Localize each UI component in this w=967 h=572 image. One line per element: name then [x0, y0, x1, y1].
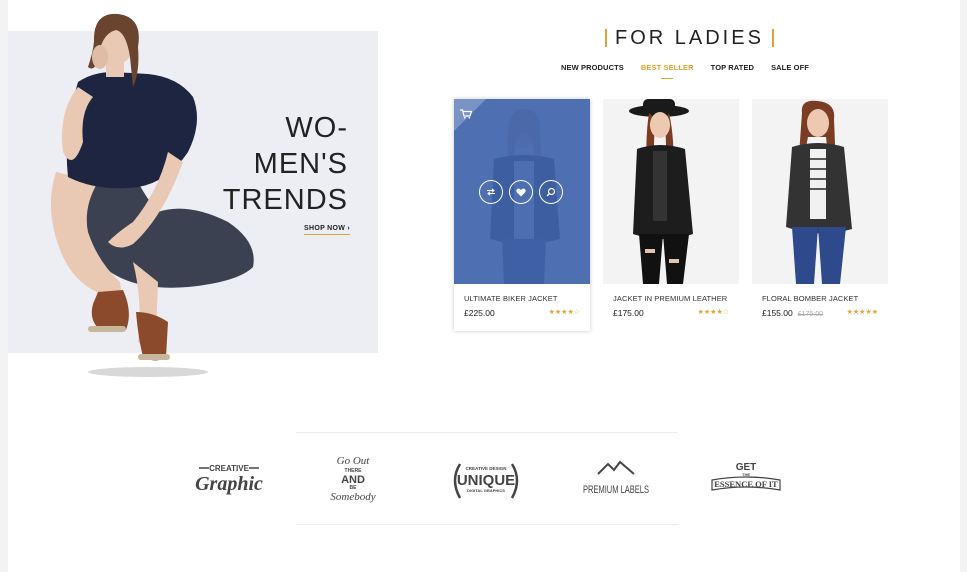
heart-icon [516, 188, 526, 196]
product-rating: ★★★★☆ [698, 308, 729, 316]
banner-title-line1: WO- [285, 112, 348, 144]
compare-icon [487, 188, 495, 196]
cart-icon[interactable] [460, 106, 473, 119]
brand-essence-main: ESSENCE OF IT [714, 479, 778, 489]
page: WO- MEN'S TRENDS SHOP NOW › FOR LADIES N… [8, 0, 960, 572]
brand-goout-line5: Somebody [330, 491, 375, 503]
brand-unique-main: UNIQUE [457, 472, 515, 489]
star-full: ★ [716, 309, 723, 316]
product-card[interactable]: JACKET IN PREMIUM LEATHER £175.00 ★★★★☆ [603, 99, 739, 331]
brand-creative-top: CREATIVE [209, 464, 250, 473]
product-current-price: £175.00 [613, 308, 644, 318]
banner-title-line3: TRENDS [222, 184, 348, 216]
tab-sale-off[interactable]: SALE OFF [771, 63, 809, 75]
tab-new-products[interactable]: NEW PRODUCTS [561, 63, 624, 75]
brand-creative-main: Graphic [195, 473, 263, 495]
product-old-price: £175.00 [797, 311, 824, 318]
brand-premium-main: PREMIUM LABELS [583, 484, 649, 496]
product-card[interactable]: FLORAL BOMBER JACKET £155.00 £175.00 ★★★★… [752, 99, 888, 331]
product-image[interactable] [454, 99, 590, 284]
product-image[interactable] [752, 99, 888, 284]
product-price: £155.00 £175.00 [762, 308, 823, 318]
product-tabs: NEW PRODUCTS BEST SELLER TOP RATED SALE … [561, 63, 826, 75]
brand-logo-go-out[interactable]: Go Out THERE AND BE Somebody [318, 455, 388, 505]
title-right-bar [771, 29, 774, 47]
product-current-price: £225.00 [464, 308, 495, 318]
product-card[interactable]: ULTIMATE BIKER JACKET £225.00 ★★★★☆ [454, 99, 590, 331]
section-heading: FOR LADIES [605, 26, 774, 50]
section-title: FOR LADIES [615, 27, 764, 49]
product-name[interactable]: JACKET IN PREMIUM LEATHER [613, 294, 727, 303]
product-name[interactable]: FLORAL BOMBER JACKET [762, 294, 858, 303]
product-actions [479, 180, 563, 204]
brand-logo-premium-labels[interactable]: PREMIUM LABELS [576, 455, 656, 505]
star-empty: ☆ [722, 309, 729, 316]
product-current-price: £155.00 [762, 308, 793, 318]
star-empty: ☆ [573, 309, 580, 316]
tab-best-seller[interactable]: BEST SELLER [641, 63, 694, 75]
brand-goout-line1: Go Out [337, 455, 371, 467]
brand-unique-top: CREATIVE DESIGN [466, 466, 507, 471]
brand-unique-bottom: DIGITAL GRAPHICS [467, 488, 505, 493]
search-icon [546, 187, 556, 197]
shop-now-link[interactable]: SHOP NOW › [304, 225, 351, 235]
star-full: ★ [567, 309, 574, 316]
compare-button[interactable] [479, 180, 503, 204]
product-image[interactable] [603, 99, 739, 284]
brand-logo-unique[interactable]: CREATIVE DESIGN UNIQUE DIGITAL GRAPHICS [446, 455, 526, 505]
brand-logo-creative-graphic[interactable]: CREATIVE Graphic [191, 455, 271, 505]
banner-title-line2: MEN'S [253, 148, 348, 180]
banner-title: WO- MEN'S TRENDS [222, 110, 348, 218]
wishlist-button[interactable] [509, 180, 533, 204]
quickview-button[interactable] [539, 180, 563, 204]
product-name[interactable]: ULTIMATE BIKER JACKET [464, 294, 558, 303]
product-rating: ★★★★★ [847, 308, 878, 316]
product-rating: ★★★★☆ [549, 308, 580, 316]
product-price: £175.00 [613, 308, 644, 318]
tab-top-rated[interactable]: TOP RATED [711, 63, 754, 75]
star-full: ★ [871, 309, 878, 316]
brand-logo-essence[interactable]: GET THE ESSENCE OF IT [706, 455, 786, 505]
product-price: £225.00 [464, 308, 495, 318]
brand-essence-mid: THE [742, 472, 750, 477]
